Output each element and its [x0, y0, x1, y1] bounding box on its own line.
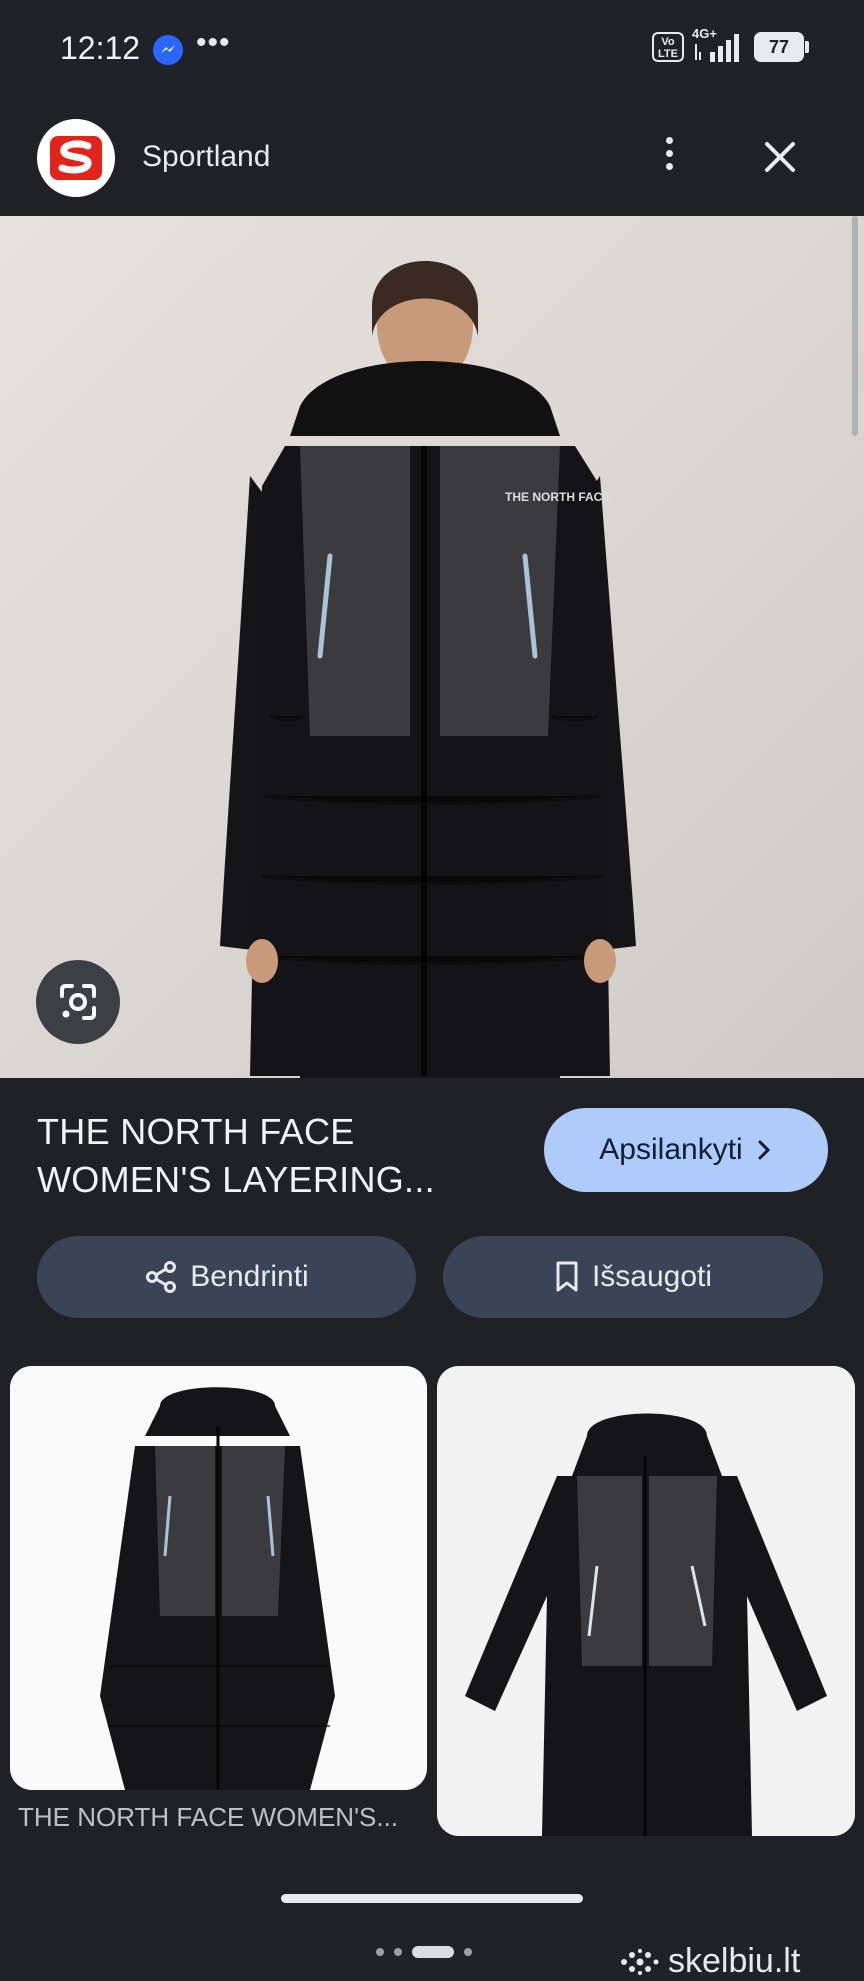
share-icon	[146, 1261, 177, 1293]
parka-product-thumbnail	[10, 1366, 427, 1790]
bookmark-icon	[556, 1261, 578, 1292]
save-button-label: Išsaugoti	[591, 1260, 713, 1293]
source-header: Sportland	[0, 98, 864, 216]
sportland-logo[interactable]	[37, 119, 115, 197]
scrollbar[interactable]	[852, 216, 858, 436]
pager-dot	[376, 1948, 384, 1956]
image-pager	[376, 1946, 472, 1958]
status-bar: 12:12 ••• Vo LTE 4G+ 77	[0, 0, 864, 98]
related-caption[interactable]: THE NORTH FACE WOMEN'S...	[18, 1802, 418, 1833]
messenger-icon	[153, 35, 183, 65]
model-in-parka-illustration: THE NORTH FACE	[0, 216, 864, 1078]
pager-dot	[394, 1948, 402, 1956]
svg-text:THE NORTH FACE: THE NORTH FACE	[505, 490, 610, 504]
google-lens-icon[interactable]	[36, 960, 120, 1044]
visit-button-label: Apsilankyti	[599, 1133, 743, 1166]
close-icon[interactable]	[757, 134, 803, 180]
product-title: THE NORTH FACE WOMEN'S LAYERING...	[37, 1111, 435, 1200]
visit-button[interactable]: Apsilankyti	[544, 1108, 828, 1192]
more-notifications-indicator: •••	[196, 26, 231, 59]
product-image[interactable]: THE NORTH FACE	[0, 216, 864, 1078]
related-image-2[interactable]	[437, 1366, 855, 1836]
status-time: 12:12	[60, 30, 141, 66]
battery-icon: 77	[754, 32, 809, 62]
parka-flat-thumbnail	[437, 1366, 855, 1836]
share-button-label: Bendrinti	[190, 1260, 309, 1293]
pager-dot-active	[412, 1946, 454, 1958]
more-vert-icon[interactable]	[654, 132, 684, 180]
skelbiu-watermark-text: skelbiu.lt	[668, 1942, 801, 1980]
save-button[interactable]: Išsaugoti	[443, 1236, 823, 1318]
skelbiu-watermark: skelbiu.lt	[618, 1942, 800, 1981]
signal-icon: 4G+	[692, 26, 746, 64]
image-viewer-sheet: Sportland THE NORTH FACE THE NORTH FACE …	[0, 98, 864, 1980]
related-image-1[interactable]	[10, 1366, 427, 1790]
site-name[interactable]: Sportland	[142, 140, 270, 174]
share-button[interactable]: Bendrinti	[37, 1236, 416, 1318]
chevron-right-icon	[758, 1140, 770, 1160]
pager-dot	[464, 1948, 472, 1956]
gesture-nav-bar[interactable]	[281, 1894, 583, 1903]
skelbiu-logo-icon	[621, 1948, 659, 1975]
volte-icon: Vo LTE	[652, 32, 684, 62]
